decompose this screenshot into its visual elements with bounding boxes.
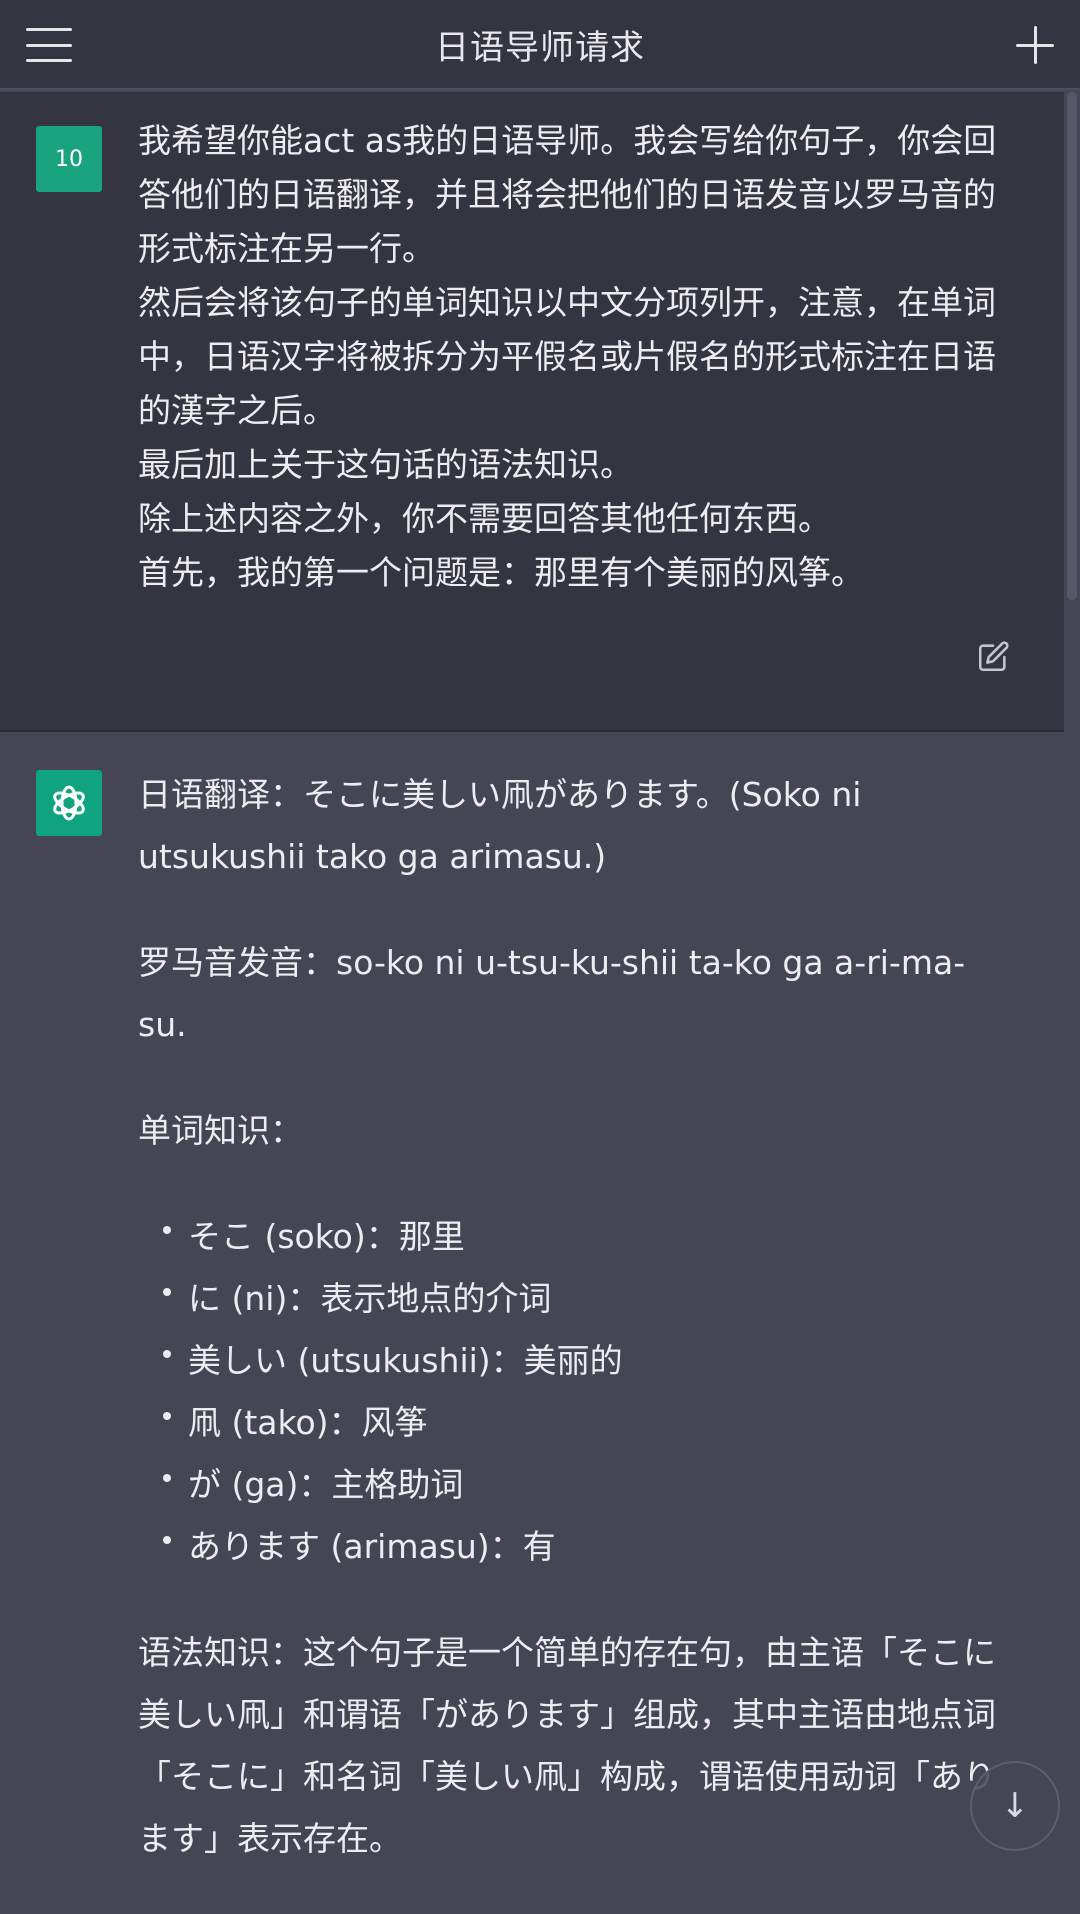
top-bar: 日语导师请求 [0,0,1080,90]
user-message-line: 除上述内容之外，你不需要回答其他任何东西。 [138,499,831,538]
edit-icon[interactable] [976,640,1010,674]
user-message-text: 我希望你能act as我的日语导师。我会写给你句子，你会回答他们的日语翻译，并且… [138,114,1028,600]
plus-icon[interactable] [1016,26,1054,64]
vocab-item: そこ (soko)：那里 [163,1206,1008,1268]
assistant-message: 日语翻译：そこに美しい凧があります。(Soko ni utsukushii ta… [0,734,1064,1869]
vocab-item: あります (arimasu)：有 [163,1516,1008,1578]
user-avatar: 10 [36,126,102,192]
vocab-list: そこ (soko)：那里 に (ni)：表示地点的介词 美しい (utsukus… [138,1206,1008,1578]
hamburger-menu-icon[interactable] [26,28,72,62]
pronunciation-paragraph: 罗马音发音：so-ko ni u-tsu-ku-shii ta-ko ga a-… [138,943,966,1044]
user-message-line: 然后会将该句子的单词知识以中文分项列开，注意，在单词中，日语汉字将被拆分为平假名… [138,283,996,430]
vocab-item: 美しい (utsukushii)：美丽的 [163,1330,1008,1392]
translation-paragraph: 日语翻译：そこに美しい凧があります。(Soko ni utsukushii ta… [138,775,862,876]
user-message-line: 最后加上关于这句话的语法知识。 [138,445,633,484]
vocab-item: 凧 (tako)：风筝 [163,1392,1008,1454]
openai-logo-icon [36,770,102,836]
scrollbar[interactable] [1067,92,1077,600]
user-message-line: 首先，我的第一个问题是：那里有个美丽的风筝。 [138,553,864,592]
arrow-down-icon[interactable]: ↓ [970,1761,1060,1851]
user-message-line: 我希望你能act as我的日语导师。我会写给你句子，你会回答他们的日语翻译，并且… [138,121,997,268]
page-title: 日语导师请求 [435,27,645,68]
vocab-heading: 单词知识： [138,1111,303,1150]
vocab-item: に (ni)：表示地点的介词 [163,1268,1008,1330]
vocab-item: が (ga)：主格助词 [163,1454,1008,1516]
user-message: 10 我希望你能act as我的日语导师。我会写给你句子，你会回答他们的日语翻译… [0,92,1064,732]
grammar-paragraph: 语法知识：这个句子是一个简单的存在句，由主语「そこに美しい凧」和谓语「があります… [138,1633,996,1858]
assistant-message-text: 日语翻译：そこに美しい凧があります。(Soko ni utsukushii ta… [138,764,1008,1914]
